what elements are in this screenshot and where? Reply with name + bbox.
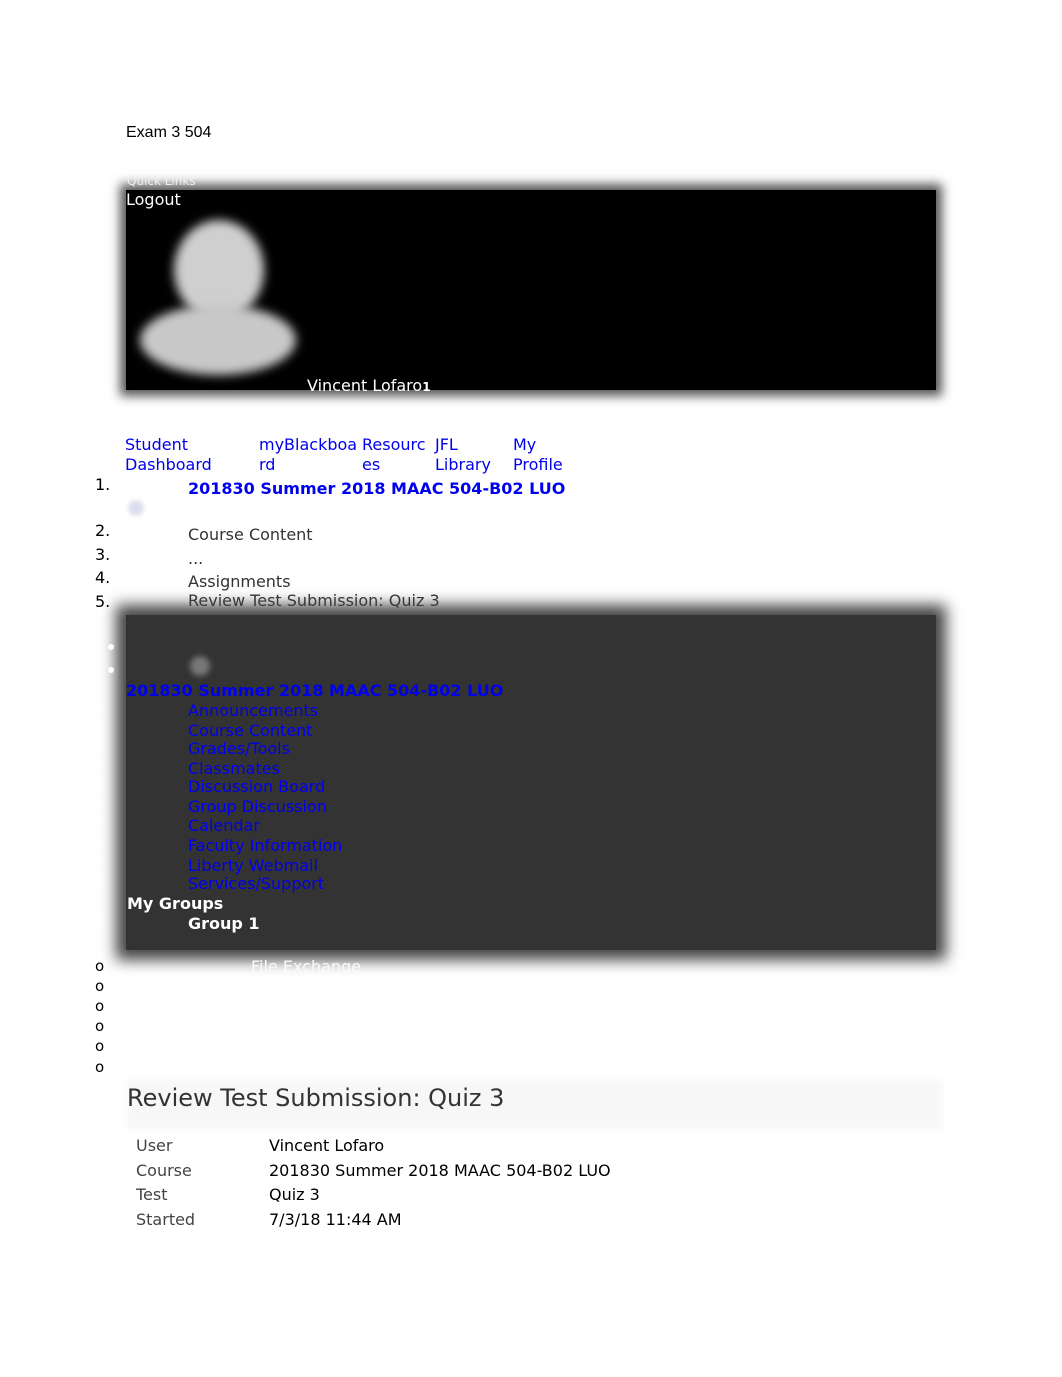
sub-list-marker: o xyxy=(95,977,105,995)
sub-list-marker: o xyxy=(95,997,105,1015)
menu-item[interactable]: Calendar xyxy=(188,816,260,835)
menu-item[interactable]: Discussion Board xyxy=(188,777,325,796)
breadcrumb-number: 4. xyxy=(95,568,111,587)
bullet xyxy=(94,819,100,825)
logout-link[interactable]: Logout xyxy=(126,190,181,209)
breadcrumb-assignments[interactable]: Assignments xyxy=(188,572,291,591)
detail-label: Test xyxy=(136,1185,168,1204)
detail-value: 201830 Summer 2018 MAAC 504-B02 LUO xyxy=(269,1160,611,1180)
breadcrumb-number: 3. xyxy=(95,545,111,564)
user-name-text[interactable]: Vincent Lofaro xyxy=(307,376,422,395)
tab-student-dashboard[interactable]: Student Dashboard xyxy=(125,435,212,475)
menu-icon[interactable] xyxy=(190,656,210,676)
tab-myblackboard[interactable]: myBlackboa rd xyxy=(259,435,357,475)
bullet xyxy=(94,916,100,922)
bullet xyxy=(94,780,100,786)
bullet xyxy=(108,667,114,673)
bullet xyxy=(108,644,114,650)
bullet xyxy=(94,742,100,748)
detail-value: 7/3/18 11:44 AM xyxy=(269,1209,402,1229)
user-header xyxy=(126,190,936,390)
menu-item[interactable]: Announcements xyxy=(188,701,318,720)
menu-item[interactable]: Grades/Tools xyxy=(188,739,290,758)
quick-links[interactable]: Quick Links xyxy=(127,174,196,188)
menu-item[interactable]: Classmates xyxy=(188,759,280,778)
document-title: Exam 3 504 xyxy=(126,124,212,141)
breadcrumb-number: 5. xyxy=(95,592,111,611)
my-groups-heading: My Groups xyxy=(127,894,224,913)
file-exchange-link[interactable]: File Exchange xyxy=(251,957,361,976)
sub-list-marker: o xyxy=(95,1058,105,1076)
menu-item[interactable]: Course Content xyxy=(188,721,313,740)
page-title: Review Test Submission: Quiz 3 xyxy=(127,1084,505,1112)
tab-jfl-library[interactable]: JFL Library xyxy=(435,435,491,475)
breadcrumb-number: 2. xyxy=(95,521,111,540)
menu-item[interactable]: Faculty Information xyxy=(188,836,342,855)
detail-label: User xyxy=(136,1136,173,1155)
breadcrumb-number: 1. xyxy=(95,475,111,494)
bullet xyxy=(94,704,100,710)
menu-course-title[interactable]: 201830 Summer 2018 MAAC 504-B02 LUO xyxy=(126,681,503,700)
detail-label: Course xyxy=(136,1160,192,1180)
breadcrumb-current: Review Test Submission: Quiz 3 xyxy=(188,591,440,610)
detail-value: Vincent Lofaro xyxy=(269,1136,385,1155)
bullet xyxy=(94,762,100,768)
user-name[interactable]: Vincent Lofaro1 xyxy=(307,376,431,395)
bullet xyxy=(94,800,100,806)
sub-list-marker: o xyxy=(95,957,105,975)
sub-list-marker: o xyxy=(95,1017,105,1035)
bullet xyxy=(94,839,100,845)
detail-value: Quiz 3 xyxy=(269,1185,320,1204)
breadcrumb-course[interactable]: 201830 Summer 2018 MAAC 504-B02 LUO xyxy=(188,479,565,498)
notification-badge[interactable]: 1 xyxy=(422,380,430,394)
menu-item[interactable]: Liberty Webmail xyxy=(188,856,318,875)
bullet xyxy=(94,724,100,730)
home-icon[interactable] xyxy=(128,500,144,516)
bullet xyxy=(94,877,100,883)
breadcrumb-course-content[interactable]: Course Content xyxy=(188,525,313,544)
sub-list-marker: o xyxy=(95,1037,105,1055)
breadcrumb-ellipsis[interactable]: ... xyxy=(188,549,203,568)
bullet xyxy=(94,859,100,865)
menu-item[interactable]: Services/Support xyxy=(188,874,324,893)
group-1-link[interactable]: Group 1 xyxy=(188,914,260,933)
menu-item[interactable]: Group Discussion xyxy=(188,797,327,816)
tab-my-profile[interactable]: My Profile xyxy=(513,435,563,475)
detail-label: Started xyxy=(136,1209,196,1229)
tab-resources[interactable]: Resourc es xyxy=(362,435,426,475)
avatar-body-icon xyxy=(140,305,296,375)
